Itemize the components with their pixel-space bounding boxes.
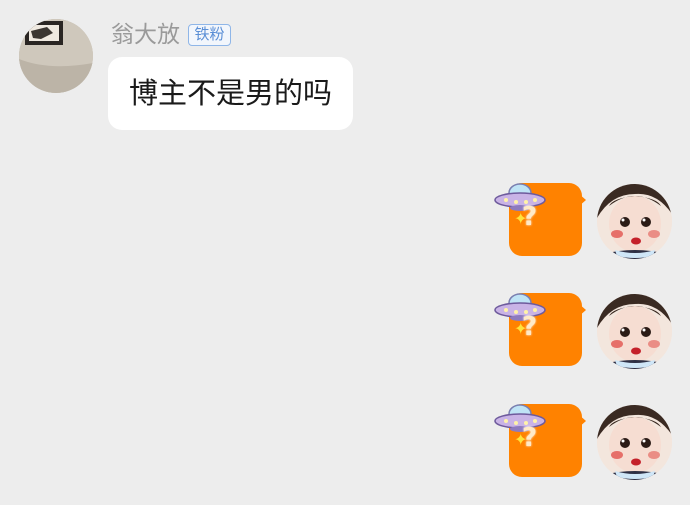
my-avatar[interactable]: [597, 294, 672, 369]
outgoing-message[interactable]: ✦ ?: [490, 177, 675, 267]
sender-avatar[interactable]: [19, 19, 93, 93]
incoming-message-bubble[interactable]: 博主不是男的吗: [108, 57, 354, 130]
my-avatar[interactable]: [597, 405, 672, 480]
sender-name[interactable]: 翁大放: [111, 20, 180, 50]
outgoing-message[interactable]: ✦ ?: [490, 398, 675, 488]
my-avatar[interactable]: [597, 184, 672, 259]
question-mark: ?: [522, 312, 538, 342]
bubble-tail: [578, 414, 586, 428]
question-mark: ?: [522, 202, 538, 232]
fan-badge: 铁粉: [188, 24, 231, 46]
outgoing-message[interactable]: ✦ ?: [490, 287, 675, 377]
bubble-tail: [578, 193, 586, 207]
question-mark: ?: [522, 423, 538, 453]
bubble-tail: [578, 303, 586, 317]
